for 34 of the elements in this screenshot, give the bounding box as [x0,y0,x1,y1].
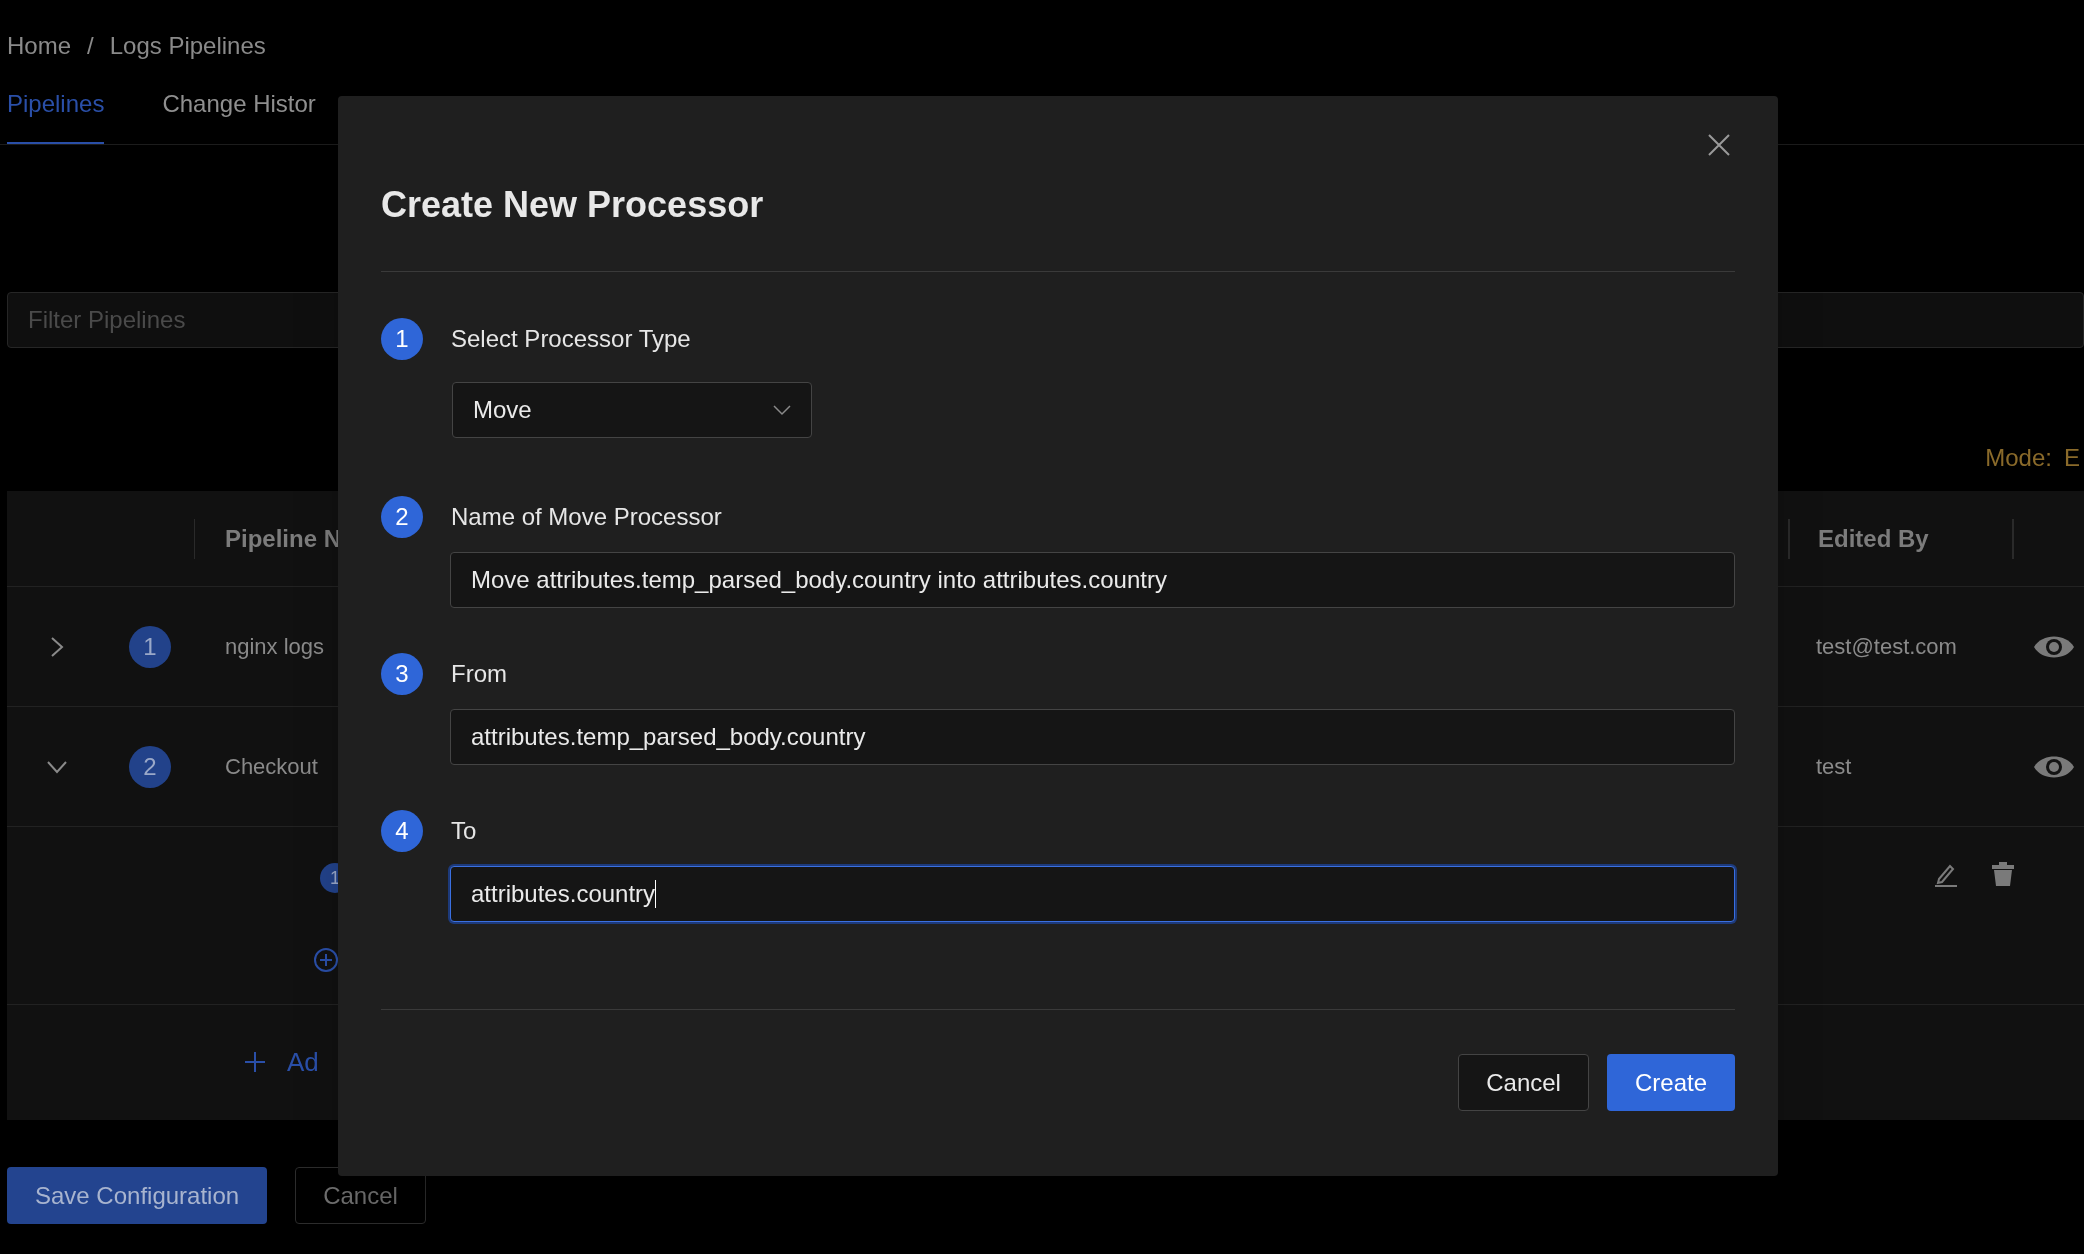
caret-icon [773,404,791,416]
step-label: Select Processor Type [451,324,691,354]
text-field[interactable]: attributes.country [450,866,1735,922]
step-label: Name of Move Processor [451,502,722,532]
text-field[interactable]: attributes.temp_parsed_body.country [450,709,1735,765]
step-label: From [451,659,507,689]
plus-icon[interactable] [243,1050,267,1074]
row-number-badge: 1 [129,625,171,668]
tab[interactable]: Change Histor [162,86,316,144]
step-number-badge: 4 [381,810,423,852]
breadcrumb-separator: / [87,31,94,61]
edited-by: test@test.com [1816,633,1958,661]
mode-label: Mode: [1985,443,2052,473]
text-field[interactable]: Move attributes.temp_parsed_body.country into attributes.country [450,552,1735,608]
column-header: Edited By [1818,523,1930,554]
breadcrumb-link[interactable]: Home [7,28,72,64]
dialog-cancel-button[interactable]: Cancel [1458,1054,1589,1111]
save-configuration-button[interactable]: Save Configuration [7,1167,268,1224]
dialog-title: Create New Processor [381,183,764,227]
edited-by: test [1816,753,1853,781]
create-button[interactable]: Create [1606,1054,1735,1111]
pipeline-name: Checkout [225,753,318,781]
trash-icon[interactable] [1991,861,2015,887]
add-circle-icon[interactable] [313,947,339,973]
pipeline-name: nginx logs [225,633,325,661]
step-number-badge: 2 [381,496,423,538]
mode-value: E [2064,443,2080,473]
row-number-badge: 2 [129,745,171,788]
step-number-badge: 3 [381,653,423,695]
breadcrumb-link[interactable]: Logs Pipelines [109,28,266,64]
step-label: To [451,816,477,846]
close-icon[interactable] [1708,134,1730,156]
processor-type-select[interactable]: Move [452,382,812,438]
step-number-badge: 1 [381,318,423,360]
